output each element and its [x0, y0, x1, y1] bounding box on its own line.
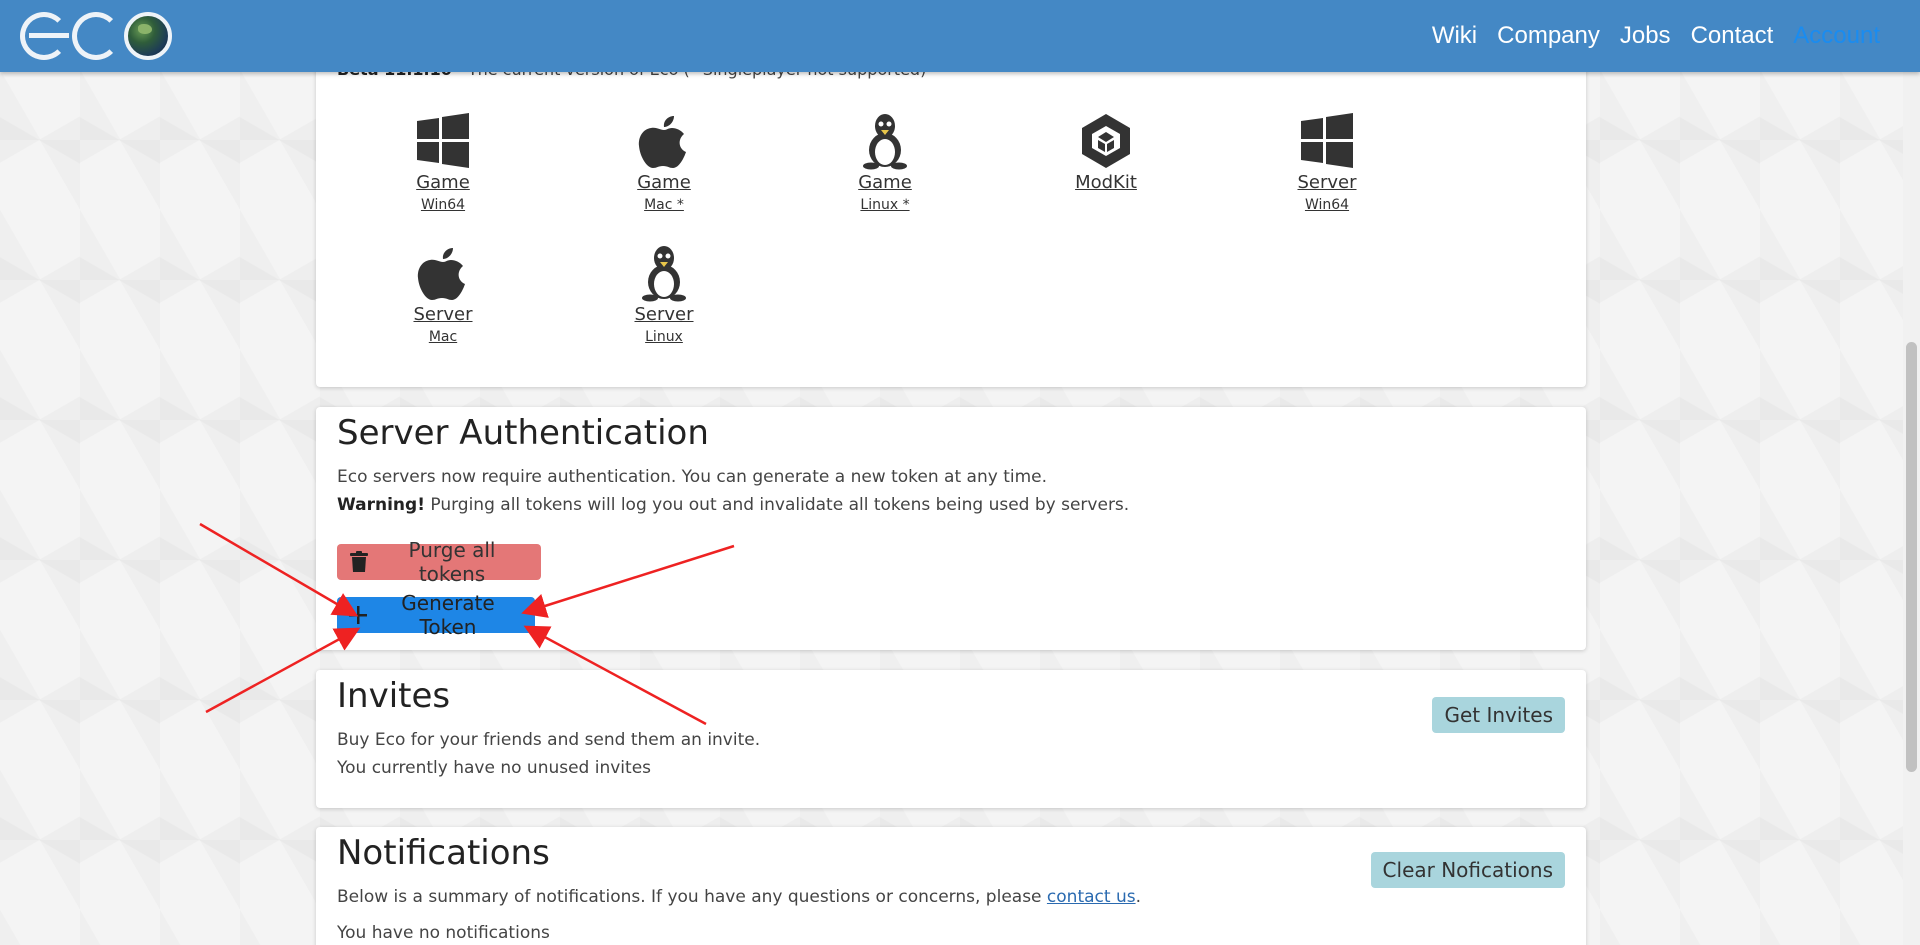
download-subtitle[interactable]: Linux	[604, 329, 724, 345]
nav-link-jobs[interactable]: Jobs	[1610, 22, 1681, 50]
notifications-card: Notifications Below is a summary of noti…	[316, 827, 1586, 945]
download-title[interactable]: Game	[825, 172, 945, 193]
download-subtitle[interactable]: Win64	[1267, 197, 1387, 213]
nav-link-wiki[interactable]: Wiki	[1422, 22, 1487, 50]
download-title[interactable]: ModKit	[1046, 172, 1166, 193]
trash-icon	[349, 551, 369, 573]
logo-letter-e	[20, 12, 69, 60]
download-subtitle[interactable]: Win64	[383, 197, 503, 213]
contact-us-link[interactable]: contact us	[1047, 887, 1136, 907]
nav-link-company[interactable]: Company	[1487, 22, 1610, 50]
globe-icon	[124, 12, 172, 60]
linux-icon	[642, 246, 686, 302]
windows-icon	[1301, 113, 1353, 168]
notifications-text-before: Below is a summary of notifications. If …	[337, 887, 1047, 907]
server-auth-warning: Warning! Purging all tokens will log you…	[337, 495, 1129, 515]
download-title[interactable]: Game	[383, 172, 503, 193]
notifications-title: Notifications	[337, 833, 550, 873]
purge-all-tokens-button[interactable]: Purge all tokens	[337, 538, 541, 586]
notifications-text-after: .	[1135, 887, 1141, 907]
notifications-empty: You have no notifications	[337, 923, 550, 943]
download-title[interactable]: Server	[1267, 172, 1387, 193]
generate-button-label: Generate Token	[401, 591, 495, 639]
clear-notifications-button[interactable]: Clear Nofications	[1370, 852, 1565, 888]
warning-text: Purging all tokens will log you out and …	[424, 495, 1130, 515]
download-title[interactable]: Game	[604, 172, 724, 193]
invites-title: Invites	[337, 676, 451, 716]
generate-token-button[interactable]: Generate Token	[337, 591, 535, 639]
unity-icon	[1082, 114, 1130, 168]
download-server-win64[interactable]: Server Win64	[1267, 112, 1387, 213]
download-server-mac[interactable]: Server Mac	[383, 244, 503, 345]
linux-icon	[863, 114, 907, 170]
download-subtitle[interactable]: Mac	[383, 329, 503, 345]
invites-card: Invites Buy Eco for your friends and sen…	[316, 670, 1586, 808]
eco-logo[interactable]	[20, 8, 172, 64]
download-title[interactable]: Server	[604, 304, 724, 325]
server-auth-card: Server Authentication Eco servers now re…	[316, 407, 1586, 650]
invites-status: You currently have no unused invites	[337, 758, 652, 778]
download-title[interactable]: Server	[383, 304, 503, 325]
purge-button-label: Purge all tokens	[408, 538, 496, 586]
notifications-description: Below is a summary of notifications. If …	[337, 887, 1141, 907]
download-game-mac[interactable]: Game Mac *	[604, 112, 724, 213]
scrollbar-thumb[interactable]	[1906, 342, 1917, 772]
download-game-linux[interactable]: Game Linux *	[825, 112, 945, 213]
download-modkit[interactable]: ModKit	[1046, 112, 1166, 193]
apple-icon	[638, 116, 686, 168]
server-auth-title: Server Authentication	[337, 413, 709, 453]
plus-icon	[349, 606, 367, 624]
nav-link-contact[interactable]: Contact	[1681, 22, 1784, 50]
download-subtitle[interactable]: Mac *	[604, 197, 724, 213]
server-auth-description: Eco servers now require authentication. …	[337, 467, 1048, 487]
download-game-win64[interactable]: Game Win64	[383, 112, 503, 213]
downloads-card: Beta 11.1.10 - The current version of Ec…	[316, 40, 1586, 387]
windows-icon	[417, 113, 469, 168]
top-navbar: Wiki Company Jobs Contact Account	[0, 0, 1920, 72]
page-scrollbar[interactable]	[1903, 72, 1920, 945]
apple-icon	[417, 248, 465, 300]
nav-link-account[interactable]: Account	[1783, 22, 1890, 50]
download-subtitle[interactable]: Linux *	[825, 197, 945, 213]
invites-description: Buy Eco for your friends and send them a…	[337, 730, 761, 750]
nav-links: Wiki Company Jobs Contact Account	[1422, 0, 1890, 72]
warning-label: Warning!	[337, 495, 425, 515]
logo-letter-c	[72, 12, 120, 60]
get-invites-button[interactable]: Get Invites	[1432, 697, 1565, 733]
download-server-linux[interactable]: Server Linux	[604, 244, 724, 345]
